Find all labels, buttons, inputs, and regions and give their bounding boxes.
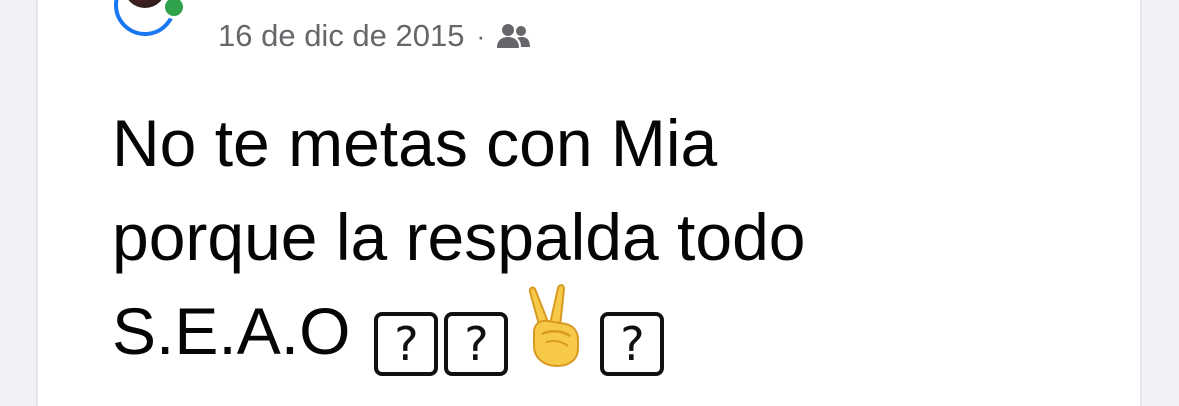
post-text-line-3-text: S.E.A.O (112, 294, 351, 368)
missing-glyph-box-2: ? (444, 312, 509, 376)
victory-hand-emoji (529, 284, 580, 368)
avatar[interactable] (110, 0, 194, 38)
friends-icon[interactable] (495, 22, 531, 50)
post-body: No te metas con Mia porque la respalda t… (112, 96, 1132, 378)
post-text-line-1: No te metas con Mia (112, 106, 718, 180)
post-date[interactable]: 16 de dic de 2015 (218, 18, 465, 54)
online-status-dot (162, 0, 186, 19)
missing-glyph-box-3: ? (600, 312, 665, 376)
missing-glyph-box-1: ? (374, 312, 439, 376)
post-text-line-2: porque la respalda todo (112, 200, 806, 274)
post-text-line-3: S.E.A.O?? ? (112, 284, 1132, 378)
meta-separator: · (476, 20, 486, 51)
post-meta: 16 de dic de 2015 · (218, 14, 531, 58)
post-card: 16 de dic de 2015 · No te metas con Mia … (36, 0, 1142, 406)
